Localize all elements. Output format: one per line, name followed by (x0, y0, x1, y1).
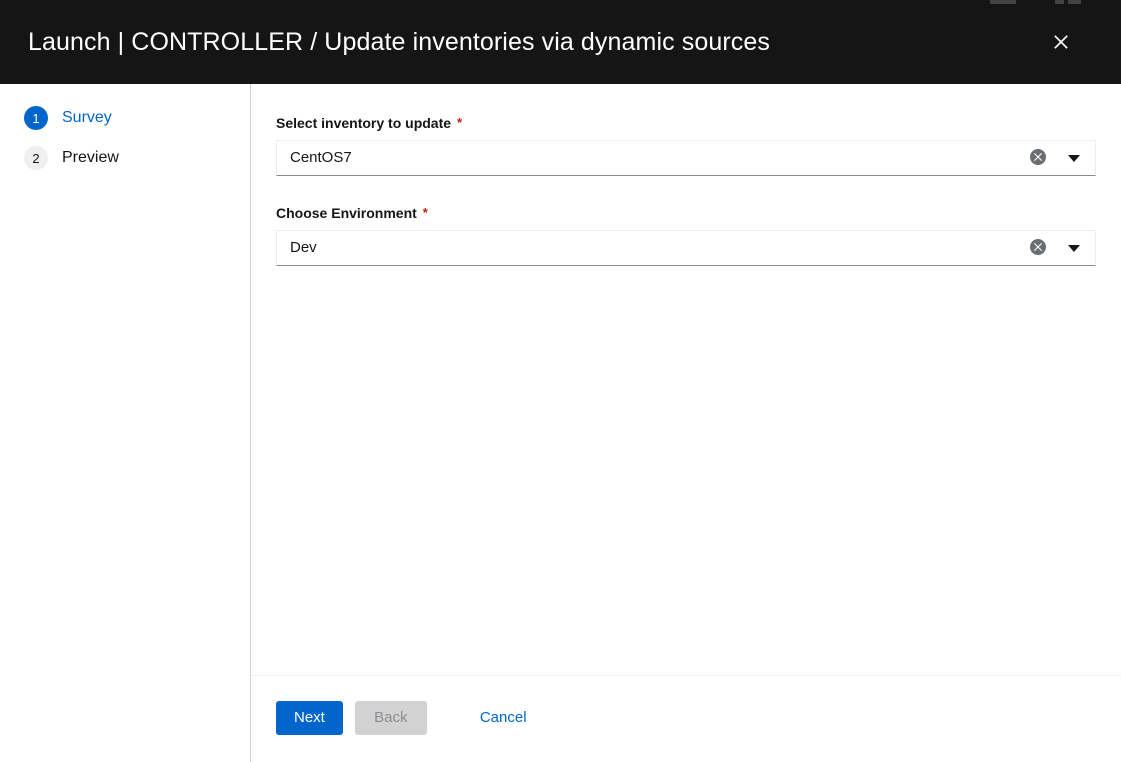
sidebar-item-preview[interactable]: 2 Preview (0, 144, 250, 172)
times-circle-icon (1030, 238, 1046, 258)
required-asterisk: * (457, 115, 463, 130)
survey-form: Select inventory to update * CentOS7 Cho… (251, 84, 1121, 675)
header-artifact (1068, 0, 1081, 4)
inventory-select[interactable]: CentOS7 (276, 140, 1096, 176)
step-number-badge: 2 (24, 146, 48, 170)
step-label: Preview (62, 149, 119, 166)
sidebar-item-survey[interactable]: 1 Survey (0, 104, 250, 132)
environment-select-value: Dev (290, 239, 317, 256)
chevron-down-icon (1068, 244, 1080, 252)
environment-dropdown-toggle[interactable] (1053, 231, 1095, 265)
close-button[interactable] (1045, 26, 1077, 58)
next-button[interactable]: Next (276, 701, 343, 735)
close-icon (1051, 32, 1071, 52)
modal-body: 1 Survey 2 Preview Select inventory to u… (0, 84, 1121, 762)
inventory-dropdown-toggle[interactable] (1053, 141, 1095, 175)
step-label: Survey (62, 109, 112, 126)
modal-header: Launch | CONTROLLER / Update inventories… (0, 0, 1121, 84)
cancel-button[interactable]: Cancel (476, 701, 531, 735)
wizard-footer: Next Back Cancel (251, 675, 1121, 762)
field-label-text: Select inventory to update (276, 115, 452, 131)
chevron-down-icon (1068, 154, 1080, 162)
environment-select[interactable]: Dev (276, 230, 1096, 266)
required-asterisk: * (422, 205, 428, 220)
field-label-environment: Choose Environment * (276, 204, 1096, 222)
inventory-select-value: CentOS7 (290, 149, 352, 166)
launch-wizard-modal: Launch | CONTROLLER / Update inventories… (0, 0, 1121, 762)
form-group-environment: Choose Environment * Dev (276, 204, 1096, 266)
form-group-inventory: Select inventory to update * CentOS7 (276, 114, 1096, 176)
page-title: Launch | CONTROLLER / Update inventories… (28, 28, 770, 56)
step-number-badge: 1 (24, 106, 48, 130)
field-label-text: Choose Environment (276, 205, 417, 221)
times-circle-icon (1030, 148, 1046, 168)
field-label-inventory: Select inventory to update * (276, 114, 1096, 132)
wizard-step-nav: 1 Survey 2 Preview (0, 84, 251, 762)
inventory-clear-button[interactable] (1023, 141, 1053, 175)
header-artifact (1055, 0, 1064, 4)
environment-clear-button[interactable] (1023, 231, 1053, 265)
back-button[interactable]: Back (354, 701, 427, 735)
header-artifact (990, 0, 1016, 4)
wizard-main: Select inventory to update * CentOS7 Cho… (251, 84, 1121, 762)
